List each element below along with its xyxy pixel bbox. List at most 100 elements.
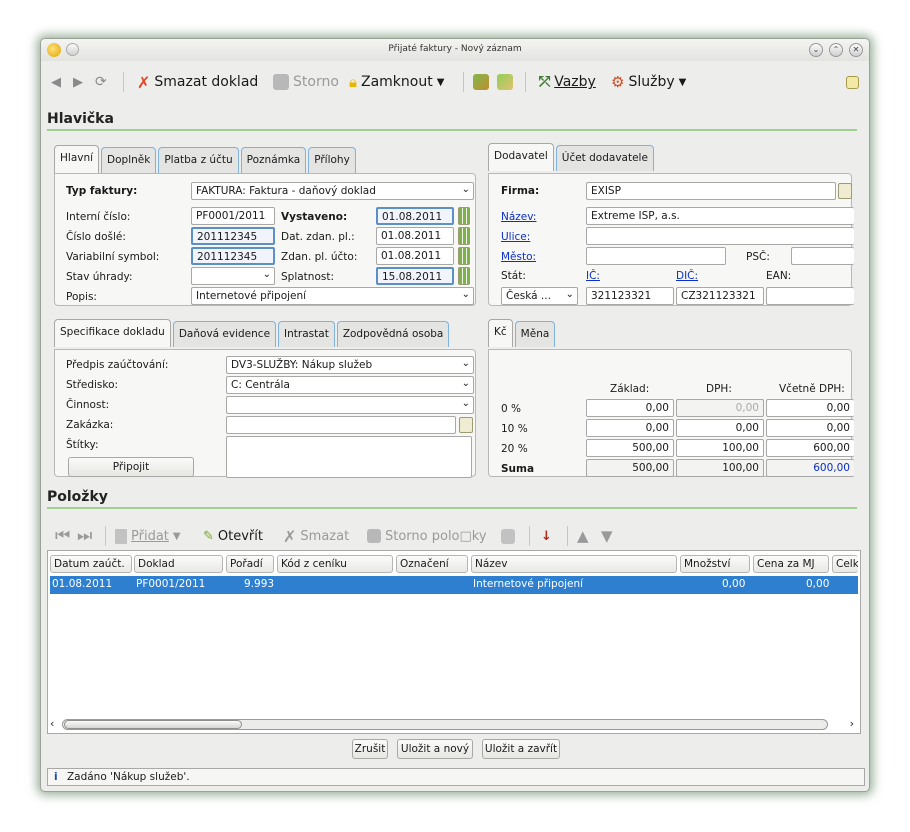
cost-center-select[interactable]: C: Centrála ⌄ (226, 376, 474, 394)
last-record-icon[interactable]: ⏭ (77, 526, 92, 546)
services-button[interactable]: ⚙ Služby ▼ (611, 72, 686, 92)
ic-link[interactable]: IČ: (586, 270, 600, 282)
payment-status-select[interactable]: ⌄ (191, 267, 275, 285)
column-header[interactable]: Označení (396, 555, 468, 573)
name-link[interactable]: Název: (501, 211, 536, 223)
open-item-button[interactable]: ✎ Otevřít (203, 526, 263, 546)
issued-date-field[interactable]: 01.08.2011 (376, 207, 454, 225)
tab-doplnek[interactable]: Doplněk (101, 147, 157, 173)
lookup-icon[interactable] (838, 183, 852, 199)
tab-prilohy[interactable]: Přílohy (308, 147, 356, 173)
tab-hlavni[interactable]: Hlavní (54, 145, 100, 173)
refresh-icon[interactable]: ⟳ (95, 72, 107, 92)
save-new-button[interactable]: Uložit a nový (397, 739, 473, 759)
dic-link[interactable]: DIČ: (676, 270, 698, 282)
lookup-icon[interactable] (459, 417, 473, 433)
delete-document-button[interactable]: ✗ Smazat doklad (137, 72, 258, 92)
due-date-label: Splatnost: (281, 271, 335, 283)
column-header[interactable]: Název (471, 555, 677, 573)
vat-total-field[interactable]: 600,00 (766, 439, 854, 457)
prev-record-icon[interactable]: ◀ (51, 72, 61, 92)
move-up-icon[interactable]: ▲ (577, 526, 589, 546)
country-select[interactable]: Česká ... ⌄ (501, 287, 578, 305)
tags-field[interactable] (226, 436, 472, 478)
column-header[interactable]: Kód z ceníku (277, 555, 393, 573)
scroll-right-icon[interactable]: › (850, 717, 854, 730)
next-record-icon[interactable]: ▶ (73, 72, 83, 92)
copy-items-icon[interactable] (501, 526, 515, 546)
vat-total-field[interactable]: 0,00 (766, 419, 854, 437)
calendar-icon[interactable] (458, 227, 470, 245)
column-header[interactable]: Množství (680, 555, 750, 573)
column-header[interactable]: Celk (832, 555, 858, 573)
variable-symbol-field[interactable]: 201112345 (191, 247, 275, 265)
tab-ucet-dodavatele[interactable]: Účet dodavatele (555, 145, 654, 171)
description-select[interactable]: Internetové připojení ⌄ (191, 287, 474, 305)
calendar-icon[interactable] (458, 267, 470, 285)
order-field[interactable] (226, 416, 456, 434)
copy-icon[interactable] (473, 72, 489, 92)
first-record-icon[interactable]: ⏮ (55, 526, 70, 546)
column-header[interactable]: Doklad (134, 555, 223, 573)
zip-field[interactable] (791, 247, 854, 265)
internal-number-field[interactable]: PF0001/2011 (191, 207, 275, 225)
vat-total-field[interactable]: 0,00 (766, 399, 854, 417)
posting-template-select[interactable]: DV3-SLUŽBY: Nákup služeb ⌄ (226, 356, 474, 374)
save-close-button[interactable]: Uložit a zavřít (482, 739, 560, 759)
storno-button[interactable]: Storno (273, 72, 339, 92)
accounting-date-field[interactable]: 01.08.2011 (376, 247, 454, 265)
tab-intrastat[interactable]: Intrastat (278, 321, 335, 347)
delete-item-button[interactable]: ✗ Smazat (283, 526, 349, 546)
vat-base-field[interactable]: 0,00 (586, 419, 674, 437)
vat-base-field[interactable]: 0,00 (586, 399, 674, 417)
tab-poznamka[interactable]: Poznámka (240, 147, 307, 173)
street-link[interactable]: Ulice: (501, 231, 530, 243)
tab-currency[interactable]: Měna (514, 321, 556, 347)
column-header[interactable]: Datum zaúčt. (50, 555, 132, 573)
calendar-icon[interactable] (458, 207, 470, 225)
header-left-tabs: Hlavní Doplněk Platba z účtu Poznámka Př… (54, 145, 356, 173)
add-item-button[interactable]: Přidat ▼ (115, 526, 181, 546)
export-icon[interactable] (497, 72, 513, 92)
city-link[interactable]: Město: (501, 251, 536, 263)
street-field[interactable] (586, 227, 854, 245)
vat-base-field[interactable]: 500,00 (586, 439, 674, 457)
tab-danova-evidence[interactable]: Daňová evidence (172, 321, 277, 347)
lock-button[interactable]: 🔒︎ Zamknout ▼ (349, 72, 444, 92)
vat-amount-field[interactable]: 0,00 (676, 419, 764, 437)
table-row[interactable]: 01.08.2011 PF0001/2011 9.993 Internetové… (50, 576, 858, 594)
scroll-left-icon[interactable]: ‹ (50, 717, 54, 730)
ic-field[interactable]: 321123321 (586, 287, 674, 305)
move-down-icon[interactable]: ▼ (601, 526, 613, 546)
attach-button[interactable]: Připojit (68, 457, 194, 477)
tab-platba[interactable]: Platba z účtu (158, 147, 239, 173)
minimize-icon[interactable]: ⌄ (809, 43, 823, 57)
ean-field[interactable] (766, 287, 854, 305)
activity-select[interactable]: ⌄ (226, 396, 474, 414)
tab-zodpovedna-osoba[interactable]: Zodpovědná osoba (336, 321, 450, 347)
links-button[interactable]: ⤱ Vazby (539, 72, 596, 92)
horizontal-scrollbar[interactable]: ‹ › (50, 717, 858, 731)
vat-amount-field[interactable]: 100,00 (676, 439, 764, 457)
maximize-icon[interactable]: ⌃ (829, 43, 843, 57)
cancel-button[interactable]: Zrušit (352, 739, 388, 759)
company-field[interactable]: EXISP (586, 182, 836, 200)
tab-specifikace[interactable]: Specifikace dokladu (54, 319, 171, 347)
tab-dodavatel[interactable]: Dodavatel (488, 143, 554, 171)
dic-field[interactable]: CZ321123321 (676, 287, 764, 305)
due-date-field[interactable]: 15.08.2011 (376, 267, 454, 285)
close-icon[interactable]: ✕ (849, 43, 863, 57)
column-header[interactable]: Pořadí (226, 555, 274, 573)
invoice-type-select[interactable]: FAKTURA: Faktura - daňový doklad ⌄ (191, 182, 474, 200)
column-header[interactable]: Cena za MJ (753, 555, 829, 573)
tax-date-field[interactable]: 01.08.2011 (376, 227, 454, 245)
received-number-field[interactable]: 201112345 (191, 227, 275, 245)
name-field[interactable]: Extreme ISP, a.s. (586, 207, 854, 225)
sort-icon[interactable]: ↓ (541, 526, 552, 546)
scroll-thumb[interactable] (64, 720, 242, 729)
storno-items-button[interactable]: Storno polo□ky (367, 526, 487, 546)
calendar-icon[interactable] (458, 247, 470, 265)
help-icon[interactable] (846, 72, 859, 92)
city-field[interactable] (586, 247, 726, 265)
tab-czk[interactable]: Kč (488, 319, 513, 347)
